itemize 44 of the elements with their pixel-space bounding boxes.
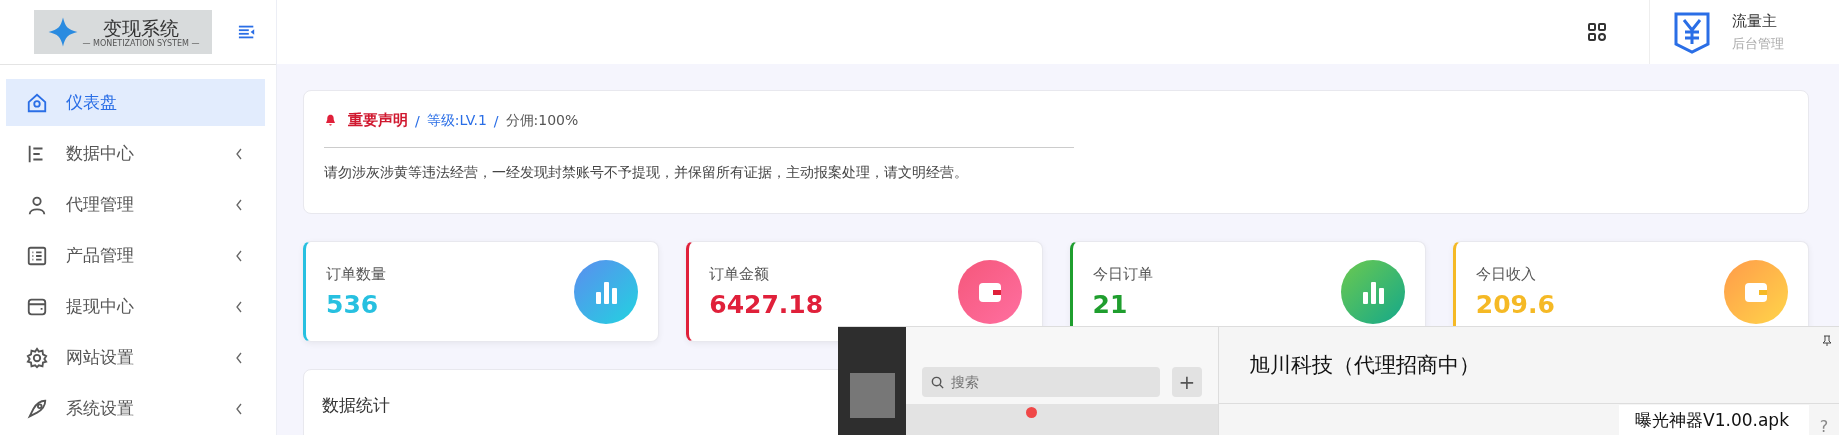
- bar-chart-icon: [1340, 259, 1405, 324]
- wallet-icon: [1724, 259, 1788, 324]
- sidebar-item[interactable]: 系统设置: [6, 385, 265, 432]
- sidebar-item[interactable]: 数据中心: [6, 130, 265, 177]
- search-field[interactable]: 搜索: [922, 366, 1160, 397]
- wallet-icon: [957, 259, 1022, 324]
- stat-label: 订单金额: [709, 264, 771, 284]
- unread-dot-icon: [1026, 407, 1037, 418]
- home-icon: [26, 91, 48, 114]
- stat-label: 订单数量: [326, 264, 386, 284]
- pin-icon[interactable]: [1821, 335, 1833, 347]
- settings-icon: [26, 346, 48, 369]
- sidebar-item[interactable]: 代理管理: [6, 181, 265, 228]
- logo-subtitle: — MONETIZATION SYSTEM —: [82, 38, 200, 48]
- user-role: 后台管理: [1732, 34, 1784, 53]
- notice-title: 重要声明: [348, 111, 408, 130]
- search-icon: [930, 374, 945, 390]
- separator: /: [493, 112, 499, 129]
- commission-label: 分佣:100%: [505, 111, 579, 130]
- sidebar-item[interactable]: 产品管理: [6, 232, 265, 279]
- file-name: 曝光神器V1.00.apk: [1619, 405, 1809, 435]
- level-label: 等级:LV.1: [426, 111, 487, 130]
- sidebar-item[interactable]: 提现中心: [6, 283, 265, 330]
- user-name: 流量主: [1732, 11, 1778, 31]
- bell-icon: [324, 114, 337, 127]
- separator: /: [415, 112, 420, 129]
- stat-value: 536: [326, 289, 380, 319]
- sidebar-item[interactable]: 网站设置: [6, 334, 265, 381]
- menu-collapse-icon[interactable]: [238, 24, 256, 40]
- bar-chart-icon: [574, 259, 639, 324]
- stat-value: 6427.18: [709, 289, 824, 319]
- avatar-photo-placeholder: [849, 373, 895, 418]
- stat-value: 209.6: [1475, 289, 1555, 319]
- notice-text: 请勿涉灰涉黄等违法经营，一经发现封禁账号不予提现，并保留所有证据，主动报案处理，请文明经营。: [324, 164, 969, 182]
- list-icon: [26, 244, 48, 267]
- card-title: 数据统计: [322, 395, 390, 415]
- apps-grid-icon[interactable]: [1587, 22, 1607, 42]
- sidebar-item[interactable]: 仪表盘: [6, 79, 265, 126]
- stat-label: 今日收入: [1475, 264, 1537, 284]
- stat-label: 今日订单: [1092, 264, 1153, 284]
- add-button[interactable]: +: [1172, 366, 1202, 397]
- chat-title: 旭川科技（代理招商中）: [1249, 352, 1480, 379]
- stat-value: 21: [1092, 289, 1129, 319]
- logo-title: 变现系统: [103, 16, 179, 39]
